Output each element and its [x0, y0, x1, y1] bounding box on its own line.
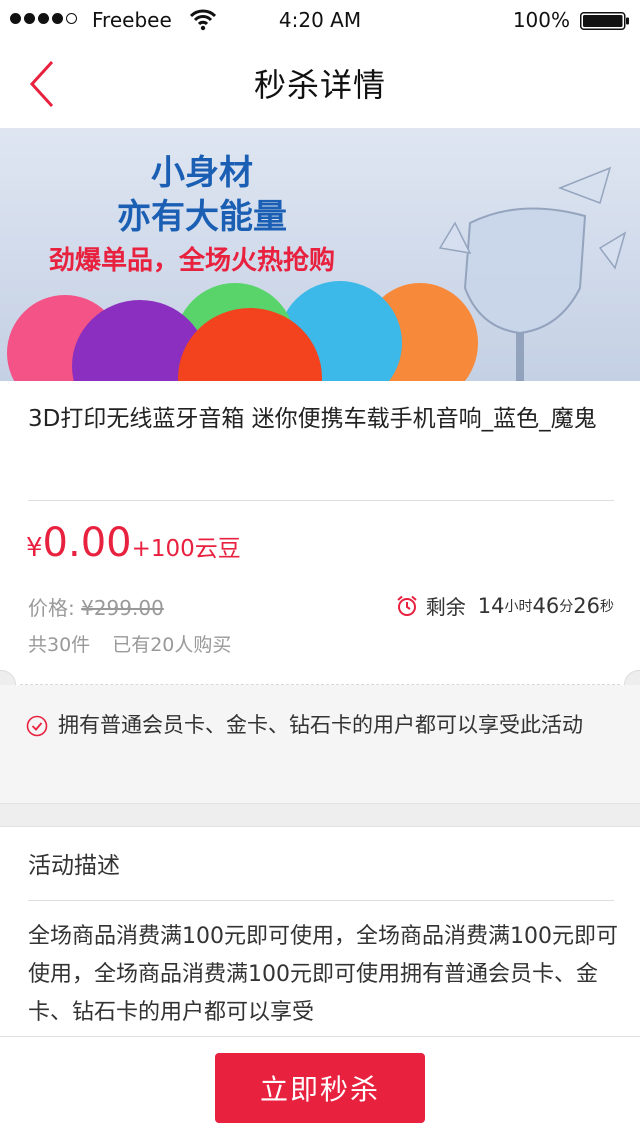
benefit-notice: 拥有普通会员卡、金卡、钻石卡的用户都可以享受此活动: [0, 685, 640, 804]
price-currency: ¥: [26, 533, 43, 563]
timer-minutes: 46: [532, 593, 560, 618]
sale-price: ¥0.00+100云豆: [26, 520, 241, 566]
flash-sale-buy-button[interactable]: 立即秒杀: [215, 1053, 425, 1123]
countdown-timer: 剩余 14 小时 46 分 26 秒: [396, 591, 614, 620]
page-title: 秒杀详情: [253, 66, 386, 104]
dashed-divider: [20, 684, 620, 685]
banner-headline-1: 小身材: [151, 153, 253, 193]
banner-headline-2: 亦有大能量: [117, 197, 287, 237]
section-gap: [0, 804, 640, 827]
battery-icon: [580, 12, 629, 30]
original-price-value: ¥299.00: [81, 596, 164, 620]
product-banner: 小身材 亦有大能量 劲爆单品，全场火热抢购: [0, 128, 640, 381]
description-body[interactable]: 全场商品消费满100元即可使用，全场商品消费满100元即可使用，全场商品消费满1…: [28, 918, 618, 1036]
stock-total: 共30件: [28, 634, 91, 656]
timer-hours: 14: [477, 593, 505, 618]
banner-image: 小身材 亦有大能量 劲爆单品，全场火热抢购: [0, 128, 640, 381]
timer-minutes-unit: 分: [559, 598, 574, 615]
battery-percent: 100%: [512, 8, 570, 32]
price-amount: 0.00: [42, 520, 132, 566]
product-title: 3D打印无线蓝牙音箱 迷你便携车载手机音响_蓝色_魔鬼: [28, 406, 597, 432]
benefit-text: 拥有普通会员卡、金卡、钻石卡的用户都可以享受此活动: [58, 713, 583, 737]
timer-seconds: 26: [573, 593, 600, 618]
price-bonus: +100云豆: [131, 536, 241, 562]
description-heading: 活动描述: [28, 853, 120, 879]
timer-label: 剩余: [425, 595, 466, 619]
check-circle-icon: [26, 715, 48, 737]
divider: [28, 900, 614, 901]
original-price: 价格: ¥299.00: [28, 592, 164, 621]
banner-tagline: 劲爆单品，全场火热抢购: [49, 245, 335, 276]
status-bar: Freebee 4:20 AM 100%: [0, 0, 640, 40]
timer-seconds-unit: 秒: [600, 598, 614, 615]
stock-bought: 已有20人购买: [112, 634, 232, 656]
navigation-bar: 秒杀详情: [0, 40, 640, 129]
bottom-action-bar: 立即秒杀: [0, 1036, 640, 1137]
stock-info: 共30件 已有20人购买: [28, 630, 231, 657]
divider: [28, 500, 614, 501]
timer-hours-unit: 小时: [504, 598, 533, 615]
original-price-label: 价格:: [28, 596, 75, 620]
alarm-clock-icon: [397, 595, 417, 616]
